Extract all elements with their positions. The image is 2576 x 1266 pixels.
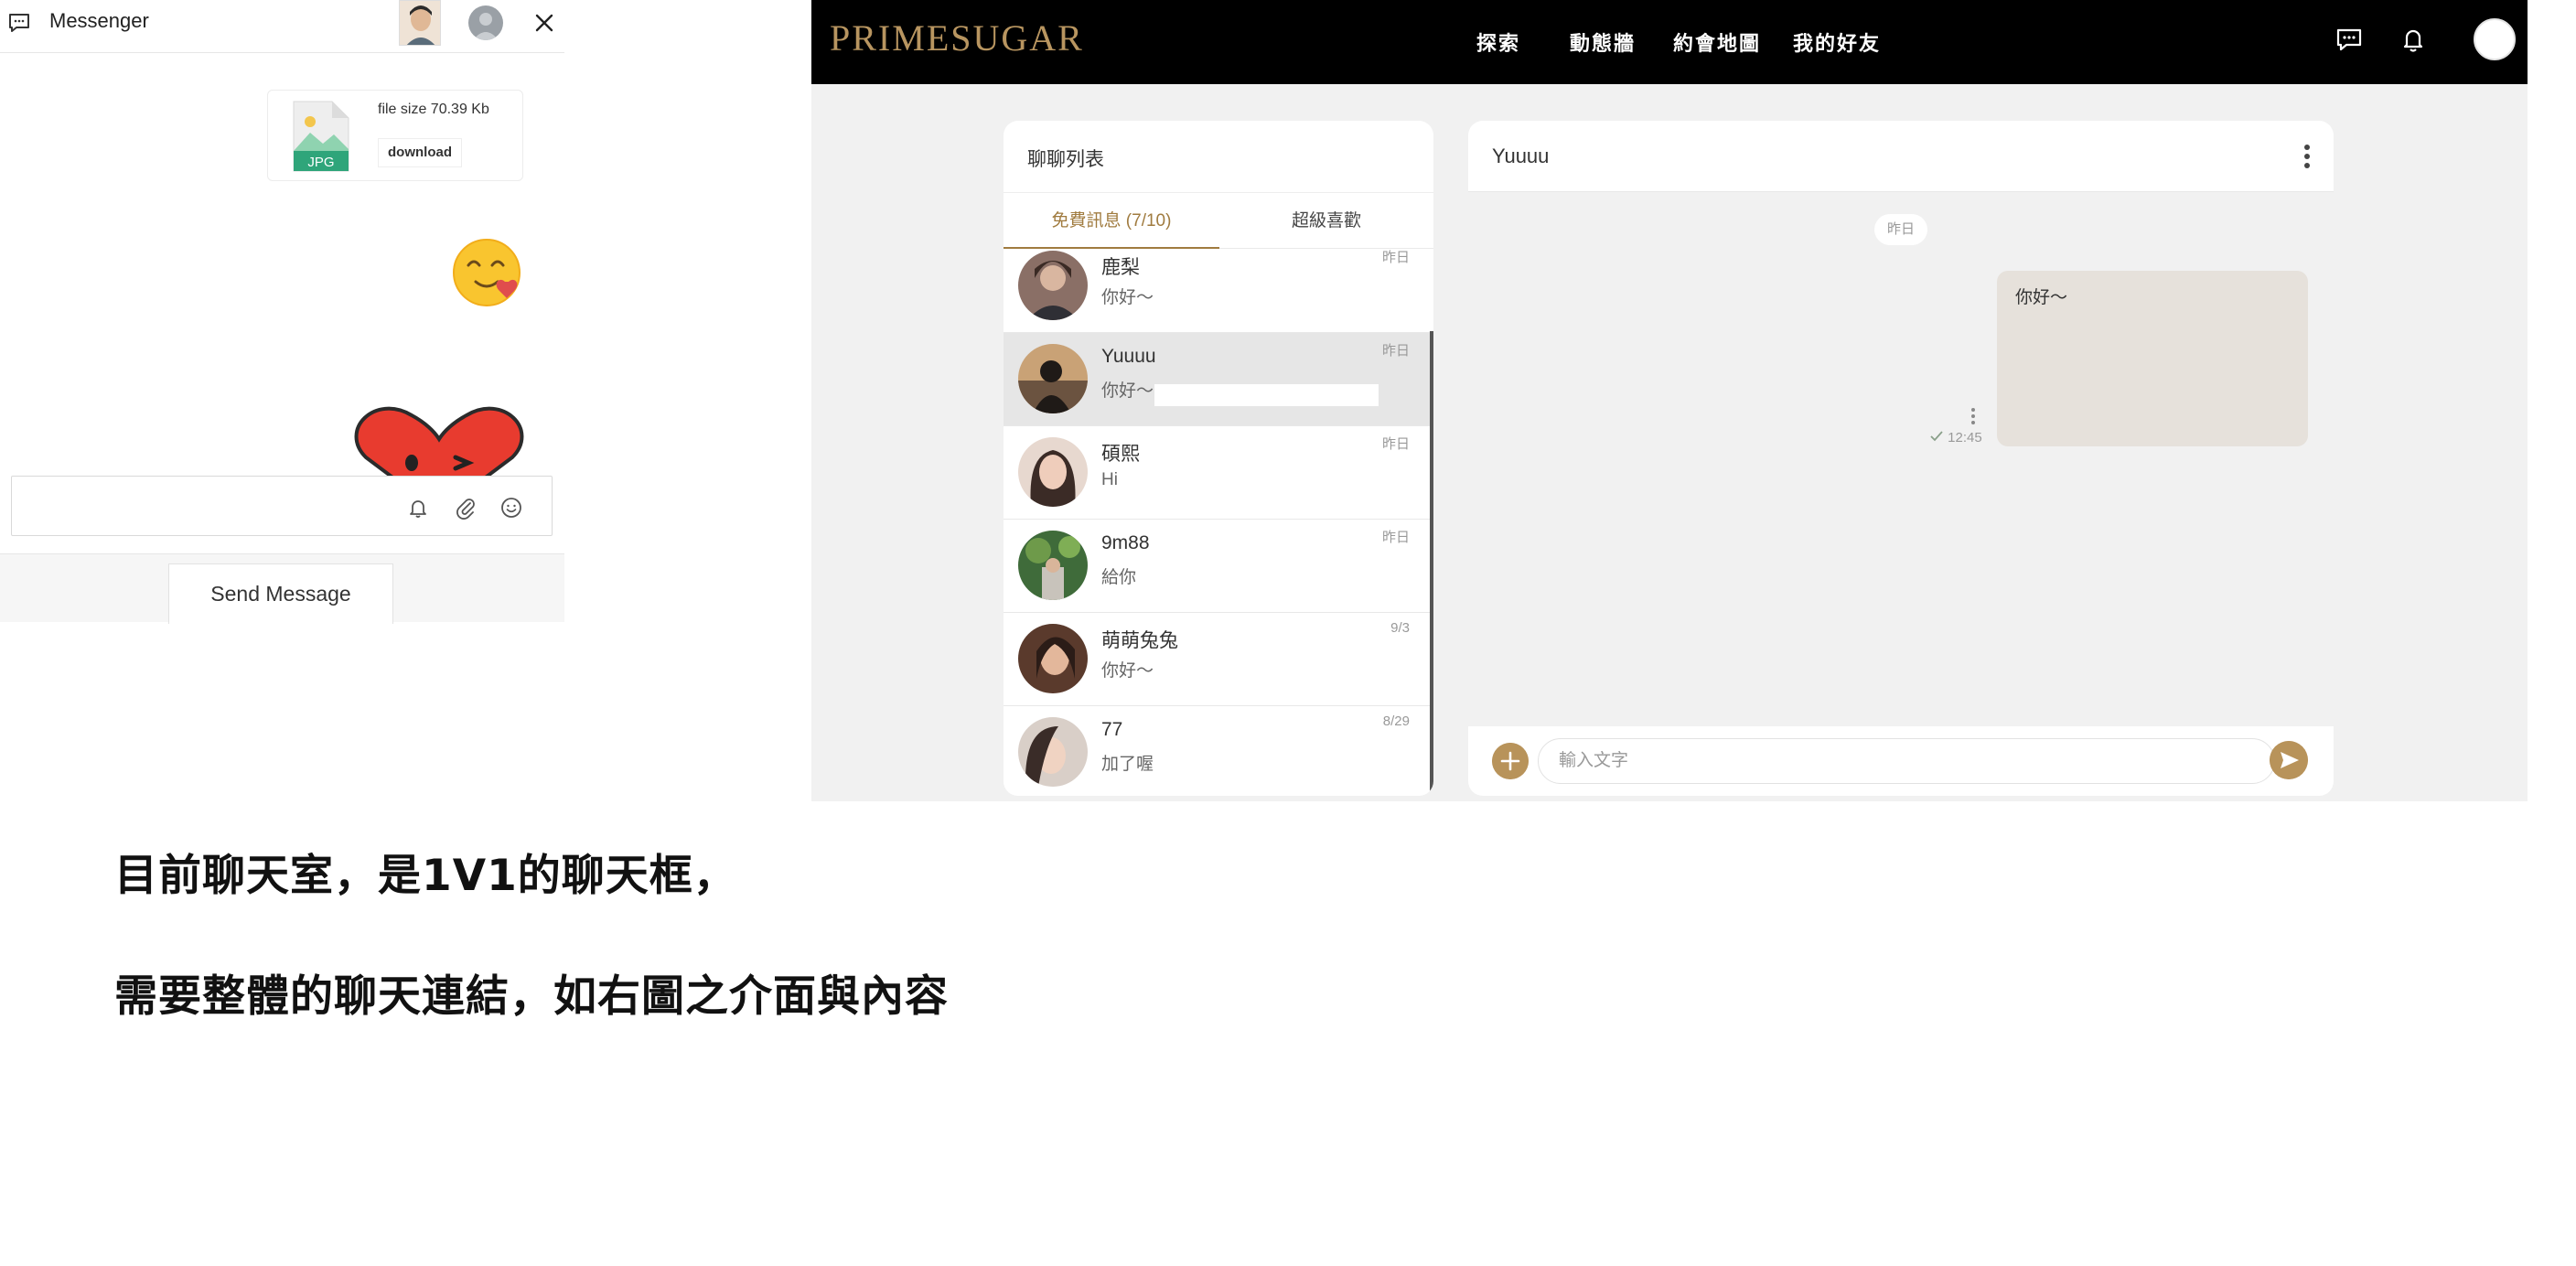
avatar: [1018, 717, 1088, 787]
top-navbar: PRIMESUGAR 探索 動態牆 約會地圖 我的好友: [811, 0, 2528, 84]
send-icon[interactable]: [2270, 741, 2308, 779]
bell-icon[interactable]: [405, 495, 431, 520]
file-type-badge: JPG: [307, 155, 334, 170]
conversation-item[interactable]: 碩熙 Hi 昨日: [1004, 426, 1430, 520]
conversation-date: 昨日: [1381, 343, 1410, 359]
chat-header: Yuuuu: [1468, 121, 2334, 192]
message-text: 你好～: [2015, 288, 2068, 307]
primesugar-app: PRIMESUGAR 探索 動態牆 約會地圖 我的好友 聊聊列表 免費訊息 (7…: [811, 0, 2528, 801]
conversation-name: Yuuuu: [1101, 346, 1156, 367]
chat-contact-name: Yuuuu: [1492, 145, 1550, 167]
message-bubble: 你好～: [1997, 271, 2308, 446]
person-photo-icon: [1018, 717, 1088, 787]
nav-feed[interactable]: 動態牆: [1570, 27, 1636, 57]
conversation-preview: 給你: [1101, 568, 1137, 587]
conversation-date: 昨日: [1381, 436, 1410, 452]
plus-icon[interactable]: [1492, 743, 1529, 779]
conversation-list: 鹿梨 你好～ 昨日 Yuuuu 你好～ 昨日 碩熙 Hi 昨日 9m88 給你 …: [1004, 249, 1433, 796]
check-icon: [1930, 431, 1943, 442]
conversation-name: 鹿梨: [1101, 257, 1140, 278]
close-icon[interactable]: [532, 11, 556, 35]
avatar: [1018, 624, 1088, 693]
avatar: [1018, 437, 1088, 507]
messenger-title: Messenger: [49, 9, 149, 32]
conversation-preview: 你好～: [1101, 288, 1154, 307]
messenger-footer: Send Message: [0, 553, 564, 624]
paperclip-icon[interactable]: [453, 495, 478, 520]
person-photo-icon: [1018, 624, 1088, 693]
brand-logo[interactable]: PRIMESUGAR: [830, 16, 1084, 59]
message-input-box: [11, 476, 553, 536]
avatar: [1018, 531, 1088, 600]
chat-text-input[interactable]: [1557, 739, 2197, 783]
conversation-name: 77: [1101, 719, 1123, 740]
messenger-header: Messenger: [0, 0, 564, 53]
list-tabs: 免費訊息 (7/10) 超級喜歡: [1004, 192, 1433, 250]
message-options-icon[interactable]: [1970, 406, 1977, 426]
nav-explore[interactable]: 探索: [1476, 27, 1520, 57]
download-button[interactable]: download: [378, 138, 462, 167]
conversation-preview: 你好～: [1101, 661, 1154, 681]
person-photo-icon: [1018, 531, 1088, 600]
messenger-widget: Messenger JPG file size 70.39 Kb downloa…: [0, 0, 564, 624]
conversation-date: 8/29: [1382, 713, 1410, 729]
default-user-icon: [473, 13, 499, 40]
emoji-icon[interactable]: [499, 495, 524, 520]
conversation-item-selected[interactable]: Yuuuu 你好～ 昨日: [1004, 333, 1430, 426]
conversation-list-panel: 聊聊列表 免費訊息 (7/10) 超級喜歡 鹿梨 你好～ 昨日 Yuuuu 你好…: [1004, 121, 1433, 796]
conversation-name: 9m88: [1101, 532, 1150, 553]
emoji-sticker-icon: [453, 239, 521, 306]
conversation-preview: 你好～: [1101, 381, 1154, 401]
person-photo-icon: [1018, 251, 1088, 320]
conversation-name: 碩熙: [1101, 444, 1140, 465]
chat-compose-bar: [1468, 726, 2334, 796]
message-time: 12:45: [1948, 430, 1982, 445]
caption-line-1: 目前聊天室，是1V1的聊天框，: [114, 851, 737, 901]
tab-super-likes[interactable]: 超級喜歡: [1219, 193, 1433, 250]
file-size-text: file size 70.39 Kb: [378, 102, 489, 117]
chat-panel: Yuuuu 昨日 你好～ 12:45: [1468, 121, 2334, 796]
conversation-item[interactable]: 9m88 給你 昨日: [1004, 520, 1430, 613]
message-icon[interactable]: [2334, 24, 2365, 55]
person-photo-icon: [400, 1, 440, 45]
avatar: [1018, 251, 1088, 320]
jpg-file-icon: JPG: [293, 101, 349, 172]
caption-line-2: 需要整體的聊天連結，如右圖之介面與內容: [114, 971, 949, 1022]
list-scrollbar[interactable]: [1430, 331, 1433, 796]
conversation-item[interactable]: 77 加了喔 8/29: [1004, 706, 1430, 796]
conversation-date: 9/3: [1390, 620, 1410, 636]
conversation-preview: 加了喔: [1101, 755, 1154, 774]
conversation-date: 昨日: [1381, 530, 1410, 545]
bell-icon[interactable]: [2398, 24, 2429, 55]
redaction-box: [1154, 384, 1379, 406]
message-timestamp: 12:45: [1929, 430, 1982, 445]
conversation-date: 昨日: [1381, 250, 1410, 265]
profile-avatar[interactable]: [2474, 18, 2516, 60]
chat-input-wrapper: [1538, 738, 2275, 784]
file-attachment-card: JPG file size 70.39 Kb download: [267, 90, 523, 181]
more-vertical-icon[interactable]: [2302, 141, 2312, 172]
list-title: 聊聊列表: [1027, 149, 1104, 170]
heart-sticker: [348, 402, 531, 476]
send-message-button[interactable]: Send Message: [168, 563, 393, 624]
person-photo-icon: [1018, 437, 1088, 507]
conversation-item[interactable]: 萌萌兔兔 你好～ 9/3: [1004, 613, 1430, 706]
person-photo-icon: [1018, 344, 1088, 413]
heart-sticker-icon: [354, 406, 524, 476]
conversation-preview: Hi: [1101, 470, 1118, 489]
conversation-name: 萌萌兔兔: [1101, 630, 1178, 651]
message-input[interactable]: [25, 489, 391, 522]
nav-my-friends[interactable]: 我的好友: [1793, 27, 1881, 57]
nav-dating-map[interactable]: 約會地圖: [1673, 27, 1761, 57]
avatar: [1018, 344, 1088, 413]
user-avatar[interactable]: [468, 5, 503, 40]
conversation-item[interactable]: 鹿梨 你好～ 昨日: [1004, 249, 1430, 333]
chat-icon: [9, 14, 29, 32]
tab-free-messages[interactable]: 免費訊息 (7/10): [1004, 193, 1219, 250]
contact-avatar[interactable]: [399, 0, 441, 46]
date-separator: 昨日: [1874, 214, 1927, 245]
